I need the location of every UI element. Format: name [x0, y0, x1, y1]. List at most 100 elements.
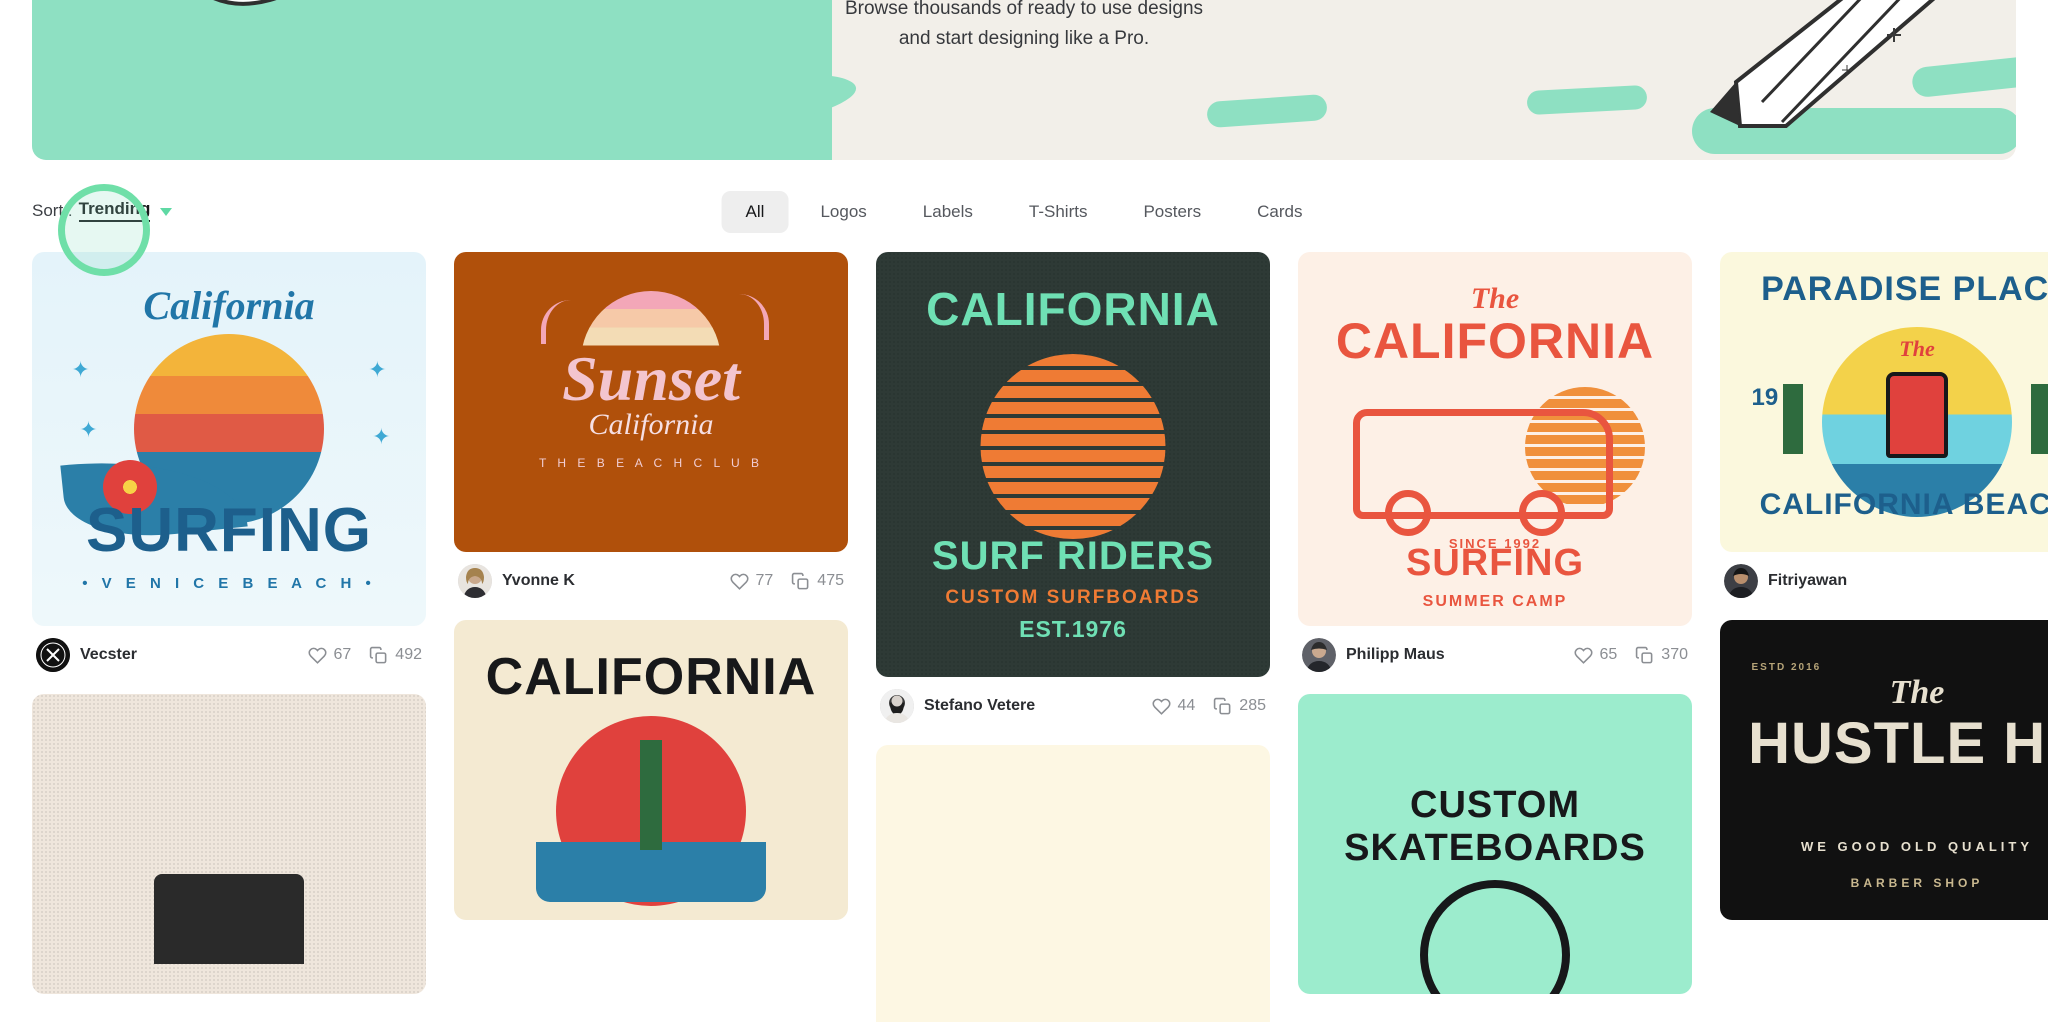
- avatar[interactable]: [36, 638, 70, 672]
- artwork-sub: • V E N I C E B E A C H •: [82, 575, 376, 593]
- tab-posters[interactable]: Posters: [1119, 191, 1225, 233]
- hero-mint-pill: [1206, 93, 1328, 129]
- author-name[interactable]: Fitriyawan: [1768, 572, 1847, 590]
- artwork-title: The: [1470, 281, 1520, 315]
- author-name[interactable]: Philipp Maus: [1346, 646, 1445, 664]
- author-name[interactable]: Yvonne K: [502, 572, 575, 590]
- grid-column: ✦ ✦ ✦ ✦ California SURFING • V E N I C E…: [32, 252, 426, 1022]
- design-thumbnail[interactable]: ✦ ✦ ✦ ✦ California SURFING • V E N I C E…: [32, 252, 426, 626]
- artwork-title: CALIFORNIA: [485, 648, 817, 706]
- chevron-down-icon[interactable]: [160, 208, 173, 216]
- heart-icon: [1573, 647, 1593, 664]
- design-card[interactable]: [876, 745, 1270, 1022]
- copies-stat[interactable]: 492: [369, 646, 422, 665]
- card-stats: 67 492: [307, 646, 422, 665]
- design-card[interactable]: Sunset California T H E B E A C H C L U …: [454, 252, 848, 602]
- artwork-main: HUSTLE HE: [1748, 711, 2048, 776]
- artwork-title: CUSTOM SKATEBOARDS: [1344, 784, 1646, 869]
- design-card[interactable]: [32, 694, 426, 994]
- design-card[interactable]: ✦ ✦ ✦ ✦ California SURFING • V E N I C E…: [32, 252, 426, 676]
- artwork-year: 19: [1751, 384, 1779, 411]
- avatar[interactable]: [1724, 564, 1758, 598]
- card-stats: 44 285: [1151, 697, 1266, 716]
- tab-cards[interactable]: Cards: [1233, 191, 1326, 233]
- design-card[interactable]: CUSTOM SKATEBOARDS: [1298, 694, 1692, 994]
- like-count: 65: [1599, 646, 1618, 663]
- like-count: 77: [755, 572, 774, 589]
- artwork-main: CALIFORNIA: [1335, 312, 1655, 369]
- artwork-main: California: [588, 408, 714, 441]
- like-stat[interactable]: 67: [307, 646, 352, 665]
- artwork-sub2: EST.1976: [1019, 616, 1127, 642]
- sort-label: Sort :: [32, 200, 73, 220]
- design-thumbnail[interactable]: CALIFORNIA: [454, 620, 848, 920]
- like-stat[interactable]: 77: [729, 572, 774, 591]
- copies-stat[interactable]: 475: [791, 572, 844, 591]
- tab-logos[interactable]: Logos: [796, 191, 890, 233]
- hero-subtitle-line2: and start designing like a Pro.: [898, 28, 1150, 49]
- author-name[interactable]: Stefano Vetere: [924, 697, 1035, 715]
- card-meta: Stefano Vetere 44 285: [876, 677, 1270, 727]
- avatar[interactable]: [880, 689, 914, 723]
- avatar[interactable]: [458, 564, 492, 598]
- copy-icon: [792, 572, 809, 589]
- design-thumbnail[interactable]: CUSTOM SKATEBOARDS: [1298, 694, 1692, 994]
- artwork-main: SURF RIDERS: [931, 534, 1215, 579]
- heart-icon: [1151, 698, 1171, 715]
- like-stat[interactable]: 44: [1151, 697, 1196, 716]
- design-thumbnail[interactable]: Sunset California T H E B E A C H C L U …: [454, 252, 848, 552]
- artwork-main: The: [1899, 336, 1935, 361]
- like-stat[interactable]: 65: [1573, 646, 1618, 665]
- artwork-title: Sunset: [562, 343, 740, 414]
- copies-count: 285: [1239, 697, 1266, 714]
- copies-stat[interactable]: 285: [1213, 697, 1266, 716]
- category-tabs: All Logos Labels T-Shirts Posters Cards: [721, 191, 1327, 233]
- controls-row: Sort : Trending All Logos Labels T-Shirt…: [0, 184, 2048, 276]
- artwork-title: California: [143, 282, 315, 328]
- design-thumbnail[interactable]: ESTD 2016 The HUSTLE HE WE GOOD OLD QUAL…: [1720, 620, 2048, 920]
- design-thumbnail[interactable]: [876, 745, 1270, 1022]
- artwork-title: CALIFORNIA: [926, 282, 1220, 335]
- design-thumbnail[interactable]: [32, 694, 426, 994]
- design-card[interactable]: PARADISE PLACE The 19 CALIFORNIA BEACH F…: [1720, 252, 2048, 602]
- heart-icon: [307, 647, 327, 664]
- like-count: 67: [333, 646, 352, 663]
- sort-control[interactable]: Sort : Trending: [32, 199, 173, 222]
- copies-count: 475: [817, 572, 844, 589]
- copies-stat[interactable]: 370: [1635, 646, 1688, 665]
- artwork-sub2: BARBER SHOP: [1850, 876, 1984, 890]
- design-thumbnail[interactable]: CALIFORNIA SURF RIDERS CUSTOM SURFBOARDS…: [876, 252, 1270, 677]
- like-count: 44: [1177, 697, 1196, 714]
- design-thumbnail[interactable]: The CALIFORNIA SINCE 1992 SURFING SUMMER…: [1298, 252, 1692, 626]
- design-card[interactable]: The CALIFORNIA SINCE 1992 SURFING SUMMER…: [1298, 252, 1692, 676]
- card-meta: Fitriyawan: [1720, 552, 2048, 602]
- artwork-main: SURFING: [86, 496, 372, 566]
- design-card[interactable]: ESTD 2016 The HUSTLE HE WE GOOD OLD QUAL…: [1720, 620, 2048, 920]
- design-thumbnail[interactable]: PARADISE PLACE The 19 CALIFORNIA BEACH: [1720, 252, 2048, 552]
- artwork-title: The: [1889, 674, 1945, 711]
- copies-count: 370: [1661, 646, 1688, 663]
- artwork-sub: WE GOOD OLD QUALITY: [1801, 839, 2033, 854]
- sort-value[interactable]: Trending: [78, 199, 151, 222]
- heart-icon: [729, 573, 749, 590]
- artwork-title: PARADISE PLACE: [1761, 270, 2048, 308]
- tab-labels[interactable]: Labels: [899, 191, 997, 233]
- design-card[interactable]: CALIFORNIA: [454, 620, 848, 920]
- tab-all[interactable]: All: [721, 191, 789, 233]
- hero-subtitle-line1: Browse thousands of ready to use designs: [844, 0, 1204, 19]
- sparkle-icon: [1842, 65, 1852, 75]
- artwork-sub: T H E B E A C H C L U B: [538, 456, 764, 470]
- artwork-sub3: SUMMER CAMP: [1422, 593, 1568, 611]
- artwork-sub2: SURFING: [1406, 541, 1584, 584]
- design-grid: ✦ ✦ ✦ ✦ California SURFING • V E N I C E…: [32, 252, 2048, 1022]
- card-stats: 77 475: [729, 572, 844, 591]
- tab-tshirts[interactable]: T-Shirts: [1005, 191, 1112, 233]
- design-card[interactable]: CALIFORNIA SURF RIDERS CUSTOM SURFBOARDS…: [876, 252, 1270, 727]
- copy-icon: [1214, 697, 1231, 714]
- author-name[interactable]: Vecster: [80, 646, 137, 664]
- avatar[interactable]: [1302, 638, 1336, 672]
- copy-icon: [1636, 646, 1653, 663]
- card-meta: Yvonne K 77 475: [454, 552, 848, 602]
- hero-mint-pill: [1526, 84, 1648, 116]
- artwork-estd: ESTD 2016: [1751, 662, 1822, 673]
